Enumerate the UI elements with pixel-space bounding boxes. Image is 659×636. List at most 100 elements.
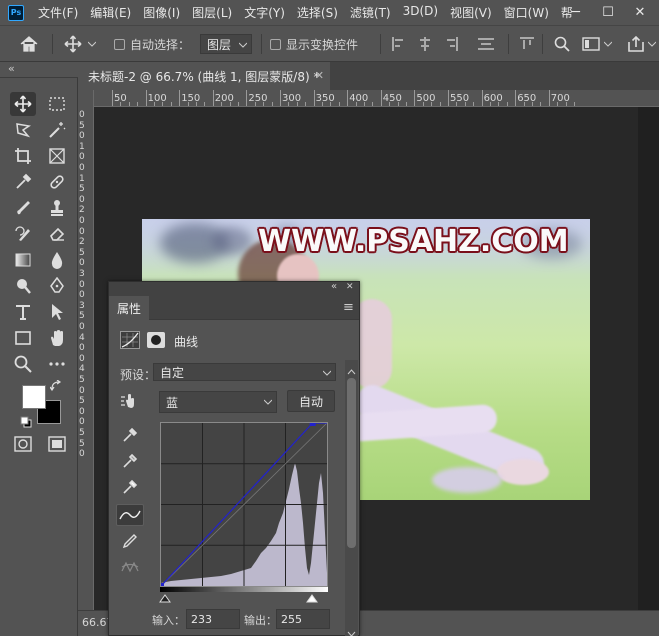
zoom-tool-icon[interactable] [10,352,36,376]
input-value-field[interactable]: 233 [186,609,240,629]
menu-item-2[interactable]: 图像(I) [143,4,180,21]
ruler-tick-label: 2 [79,205,85,216]
output-value-field[interactable]: 255 [276,609,330,629]
lasso-tool-icon[interactable] [10,118,36,142]
ruler-tick [548,90,550,106]
panel-menu-icon[interactable]: ≡ [343,300,354,315]
chevron-down-icon[interactable] [88,26,96,62]
eraser-tool-icon[interactable] [44,222,70,246]
smooth-curve-icon[interactable] [118,556,142,578]
default-colors-icon[interactable] [20,416,32,431]
maximize-button[interactable]: ☐ [596,0,620,25]
curve-point-edit-icon[interactable] [116,504,144,526]
rectangle-tool-icon[interactable] [10,326,36,350]
ruler-tick-label: 650 [517,93,537,104]
move-tool-icon[interactable] [10,92,36,116]
distribute-icon[interactable] [478,26,494,62]
channel-dropdown[interactable]: 蓝 [159,391,277,413]
ruler-tick-label: 500 [416,93,436,104]
magic-wand-tool-icon[interactable] [44,118,70,142]
preset-dropdown[interactable]: 自定 [153,363,336,381]
curve-control-point[interactable] [161,583,164,586]
close-window-button[interactable]: ✕ [628,0,652,25]
move-icon[interactable] [64,26,82,62]
align-center-icon[interactable] [418,26,432,62]
document-tab[interactable]: 未标题-2 @ 66.7% (曲线 1, 图层蒙版/8) * ✕ [78,62,330,90]
type-tool-icon[interactable] [10,300,36,324]
menu-item-5[interactable]: 选择(S) [297,4,338,21]
search-icon[interactable] [554,26,570,62]
ruler-tick-label: 5 [79,247,85,258]
healing-brush-tool-icon[interactable] [44,170,70,194]
vertical-ruler[interactable]: 050100150200250300350400450500550 [78,90,94,610]
home-icon[interactable] [20,26,38,62]
menu-item-8[interactable]: 视图(V) [450,4,492,21]
ruler-tick-label: 0 [79,163,85,173]
menu-item-3[interactable]: 图层(L) [192,4,232,21]
ruler-tick-label: 0 [79,216,85,226]
clone-stamp-tool-icon[interactable] [44,196,70,220]
screen-mode-icon[interactable] [44,432,70,456]
white-point-eyedropper-icon[interactable] [118,476,142,498]
marquee-tool-icon[interactable] [44,92,70,116]
curve-control-point[interactable] [309,423,316,426]
share-icon[interactable] [628,26,644,62]
brush-tool-icon[interactable] [10,196,36,220]
minimize-button[interactable]: ─ [564,0,588,25]
menu-item-6[interactable]: 滤镜(T) [350,4,391,21]
more-tools-icon[interactable] [44,352,70,376]
tab-properties[interactable]: 属性 [109,296,149,320]
chevron-down-icon[interactable] [648,26,656,62]
close-panel-button[interactable]: ✕ [346,282,354,292]
menu-item-4[interactable]: 文字(Y) [244,4,285,21]
pen-tool-icon[interactable] [44,274,70,298]
blur-tool-icon[interactable] [44,248,70,272]
target-adjust-hand-icon[interactable] [118,390,142,412]
ruler-minor-tick [406,102,407,106]
ruler-minor-tick [422,102,424,106]
horizontal-ruler[interactable]: 50 100 150 200 250 300 350 400 450 500 550 600 650 70… [94,90,659,107]
hand-tool-icon[interactable] [44,326,70,350]
quick-mask-icon[interactable] [10,432,36,456]
collapse-panel-button[interactable]: « [331,281,337,292]
auto-button[interactable]: 自动 [287,390,335,412]
scroll-up-icon[interactable] [347,364,356,378]
close-icon[interactable]: ✕ [315,69,324,82]
swap-colors-icon[interactable] [49,379,62,395]
curves-graph[interactable] [160,422,328,587]
collapse-toolbox-button[interactable]: « [8,62,15,75]
black-point-slider[interactable] [159,592,171,606]
menu-item-7[interactable]: 3D(D) [403,4,438,21]
ruler-tick-label: 300 [282,93,302,104]
pencil-draw-icon[interactable] [118,530,142,552]
white-point-slider[interactable] [306,592,318,606]
align-top-icon[interactable] [520,26,534,62]
auto-select-checkbox[interactable]: 自动选择： [114,26,190,62]
history-brush-tool-icon[interactable] [10,222,36,246]
menu-item-0[interactable]: 文件(F) [38,4,78,21]
ruler-minor-tick [128,102,130,106]
layer-mask-icon[interactable] [147,332,165,348]
foreground-color-swatch[interactable] [22,385,46,409]
eyedropper-tool-icon[interactable] [10,170,36,194]
workspace-icon[interactable] [582,26,600,62]
frame-tool-icon[interactable] [44,144,70,168]
dodge-tool-icon[interactable] [10,274,36,298]
show-transform-checkbox[interactable]: 显示变换控件 [270,26,358,62]
menu-item-1[interactable]: 编辑(E) [90,4,131,21]
black-point-eyedropper-icon[interactable] [118,424,142,446]
menu-items: 文件(F) 编辑(E) 图像(I) 图层(L) 文字(Y) 选择(S) 滤镜(T) 3D(D)… [38,4,585,21]
gradient-tool-icon[interactable] [10,248,36,272]
properties-scroll-thumb[interactable] [347,378,356,548]
chevron-down-icon[interactable] [604,26,612,62]
ruler-tick-label: 0 [79,322,85,332]
properties-panel-header[interactable]: « ✕ [109,281,359,296]
align-left-icon[interactable] [392,26,406,62]
align-right-icon[interactable] [444,26,458,62]
auto-select-target-dropdown[interactable]: 图层 [200,34,252,54]
scroll-down-icon[interactable] [347,626,356,636]
path-selection-tool-icon[interactable] [44,300,70,324]
gray-point-eyedropper-icon[interactable] [118,450,142,472]
crop-tool-icon[interactable] [10,144,36,168]
menu-item-9[interactable]: 窗口(W) [504,4,549,21]
